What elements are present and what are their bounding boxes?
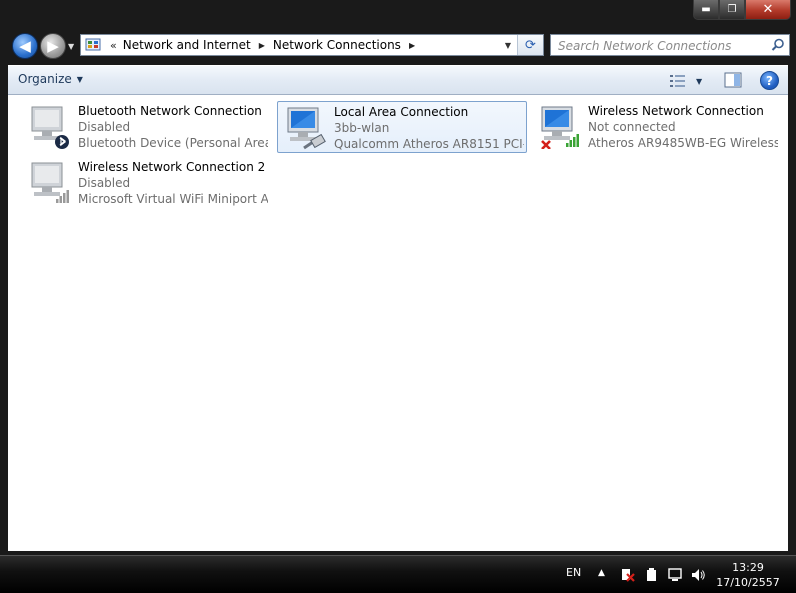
connection-device: Microsoft Virtual WiFi Miniport A... xyxy=(78,192,268,206)
caption-buttons: ▬ ❐ ✕ xyxy=(693,0,791,21)
chevron-down-icon[interactable]: ▼ xyxy=(696,77,702,86)
network-icon[interactable] xyxy=(668,568,684,582)
command-bar: Organize ▼ ▼ ? xyxy=(8,65,788,95)
connection-name: Local Area Connection xyxy=(334,105,469,119)
language-indicator[interactable]: EN xyxy=(566,566,581,579)
address-bar[interactable]: « Network and Internet ▶ Network Connect… xyxy=(80,34,544,56)
clock-time: 13:29 xyxy=(732,561,764,574)
back-button[interactable]: ◀ xyxy=(12,33,38,59)
connection-name: Wireless Network Connection xyxy=(588,104,764,118)
connection-device: Bluetooth Device (Personal Area ... xyxy=(78,136,268,150)
connection-item-wireless[interactable]: Wireless Network Connection Not connecte… xyxy=(532,101,782,153)
close-button[interactable]: ✕ xyxy=(745,0,791,20)
change-view-button[interactable]: ▼ xyxy=(670,72,706,90)
ethernet-computer-icon xyxy=(287,107,326,150)
connection-item-local-area[interactable]: Local Area Connection 3bb-wlan Qualcomm … xyxy=(277,101,527,153)
connections-list: Bluetooth Network Connection Disabled Bl… xyxy=(8,95,788,551)
maximize-button[interactable]: ❐ xyxy=(719,0,745,20)
forward-button[interactable]: ▶ xyxy=(40,33,66,59)
address-dropdown-icon[interactable]: ▼ xyxy=(501,35,515,55)
connection-status: Disabled xyxy=(78,176,131,190)
arrow-left-icon: ◀ xyxy=(19,37,31,55)
organize-menu[interactable]: Organize ▼ xyxy=(18,72,83,86)
help-button[interactable]: ? xyxy=(760,71,779,90)
breadcrumb-arrow-icon[interactable]: ▶ xyxy=(259,41,265,50)
connection-item-wireless-2[interactable]: Wireless Network Connection 2 Disabled M… xyxy=(22,157,272,209)
taskbar: EN ▲ 13:29 17/10/2557 xyxy=(0,555,796,593)
show-hidden-icons-button[interactable]: ▲ xyxy=(598,568,605,578)
search-icon[interactable] xyxy=(771,38,785,52)
wireless-computer-icon xyxy=(31,162,69,203)
breadcrumb-network-connections[interactable]: Network Connections xyxy=(273,38,401,52)
recent-pages-dropdown[interactable]: ▼ xyxy=(68,42,74,51)
action-center-icon[interactable] xyxy=(620,568,636,582)
address-overflow[interactable]: « xyxy=(110,39,117,52)
explorer-window: ▬ ❐ ✕ ◀ ▶ ▼ « Network and Internet ▶ Net… xyxy=(0,0,796,555)
preview-pane-button[interactable] xyxy=(724,72,742,90)
connection-device: Atheros AR9485WB-EG Wireless N... xyxy=(588,136,778,150)
navigation-bar: ◀ ▶ ▼ « Network and Internet ▶ Network C… xyxy=(0,30,796,62)
search-input[interactable]: Search Network Connections xyxy=(558,39,731,53)
chevron-down-icon: ▼ xyxy=(76,74,83,84)
search-box[interactable]: Search Network Connections xyxy=(550,34,790,56)
clock[interactable]: 13:29 17/10/2557 xyxy=(712,560,784,590)
preview-pane-icon xyxy=(724,72,742,88)
connection-item-bluetooth[interactable]: Bluetooth Network Connection Disabled Bl… xyxy=(22,101,272,153)
refresh-button[interactable]: ⟳ xyxy=(517,35,543,55)
breadcrumb-arrow-icon[interactable]: ▶ xyxy=(409,41,415,50)
clock-date: 17/10/2557 xyxy=(716,576,780,589)
connection-status: 3bb-wlan xyxy=(334,121,390,135)
help-icon: ? xyxy=(766,73,773,88)
connection-name: Bluetooth Network Connection xyxy=(78,104,262,118)
view-details-icon xyxy=(670,75,685,87)
minimize-button[interactable]: ▬ xyxy=(693,0,719,20)
organize-label: Organize xyxy=(18,72,72,86)
wireless-computer-icon xyxy=(541,106,579,149)
arrow-right-icon: ▶ xyxy=(47,37,59,55)
connection-status: Disabled xyxy=(78,120,131,134)
connection-device: Qualcomm Atheros AR8151 PCI-E... xyxy=(334,137,524,151)
breadcrumb-network-and-internet[interactable]: Network and Internet xyxy=(123,38,251,52)
connection-name: Wireless Network Connection 2 xyxy=(78,160,266,174)
power-icon[interactable] xyxy=(644,568,660,582)
control-panel-icon xyxy=(84,37,102,53)
bluetooth-computer-icon xyxy=(31,106,69,149)
connection-status: Not connected xyxy=(588,120,676,134)
refresh-icon: ⟳ xyxy=(525,37,536,53)
volume-icon[interactable] xyxy=(690,568,706,582)
